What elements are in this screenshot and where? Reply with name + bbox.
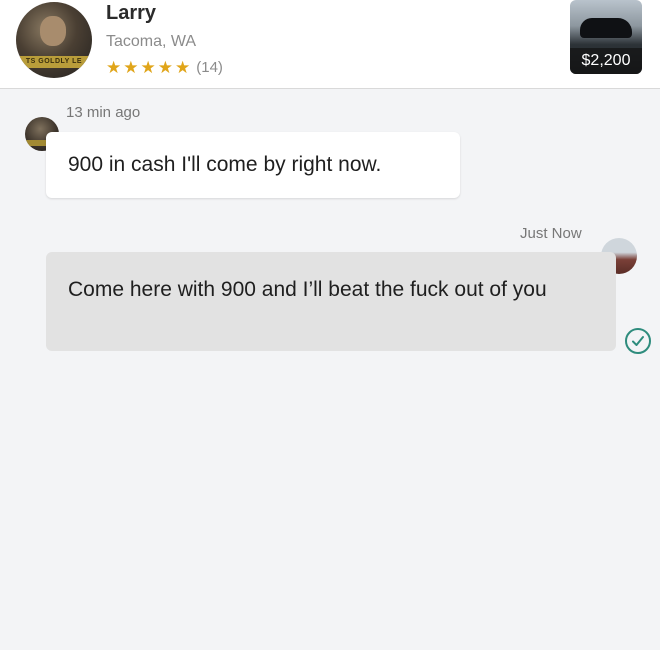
star-icon: ★ [106,57,122,77]
outgoing-message-time: Just Now [520,225,582,242]
listing-thumbnail[interactable]: $2,200 [570,0,642,74]
outgoing-message-bubble[interactable]: Come here with 900 and I’ll beat the fuc… [46,252,616,351]
seller-name[interactable]: Larry [106,2,156,25]
check-circle-icon [625,328,651,354]
listing-car-image [580,18,632,38]
star-icon: ★ [157,57,173,77]
star-icon: ★ [140,57,156,77]
conversation-header: TS GOLDLY LE Larry Tacoma, WA ★ ★ ★ ★ ★ … [0,0,660,89]
incoming-message-bubble[interactable]: 900 in cash I'll come by right now. [46,132,460,198]
seller-location: Tacoma, WA [106,33,197,50]
star-icon: ★ [175,57,191,77]
seller-avatar-badge: TS GOLDLY LE [16,56,92,68]
seller-rating[interactable]: ★ ★ ★ ★ ★ (14) [106,56,223,78]
review-count: (14) [196,58,223,76]
seller-avatar-face [40,16,66,46]
star-icon: ★ [123,57,139,77]
seller-avatar[interactable]: TS GOLDLY LE [16,2,92,78]
listing-price: $2,200 [570,48,642,74]
outgoing-message-text: Come here with 900 and I’ll beat the fuc… [68,278,547,301]
incoming-message-time: 13 min ago [66,104,141,121]
incoming-message-text: 900 in cash I'll come by right now. [68,153,382,176]
